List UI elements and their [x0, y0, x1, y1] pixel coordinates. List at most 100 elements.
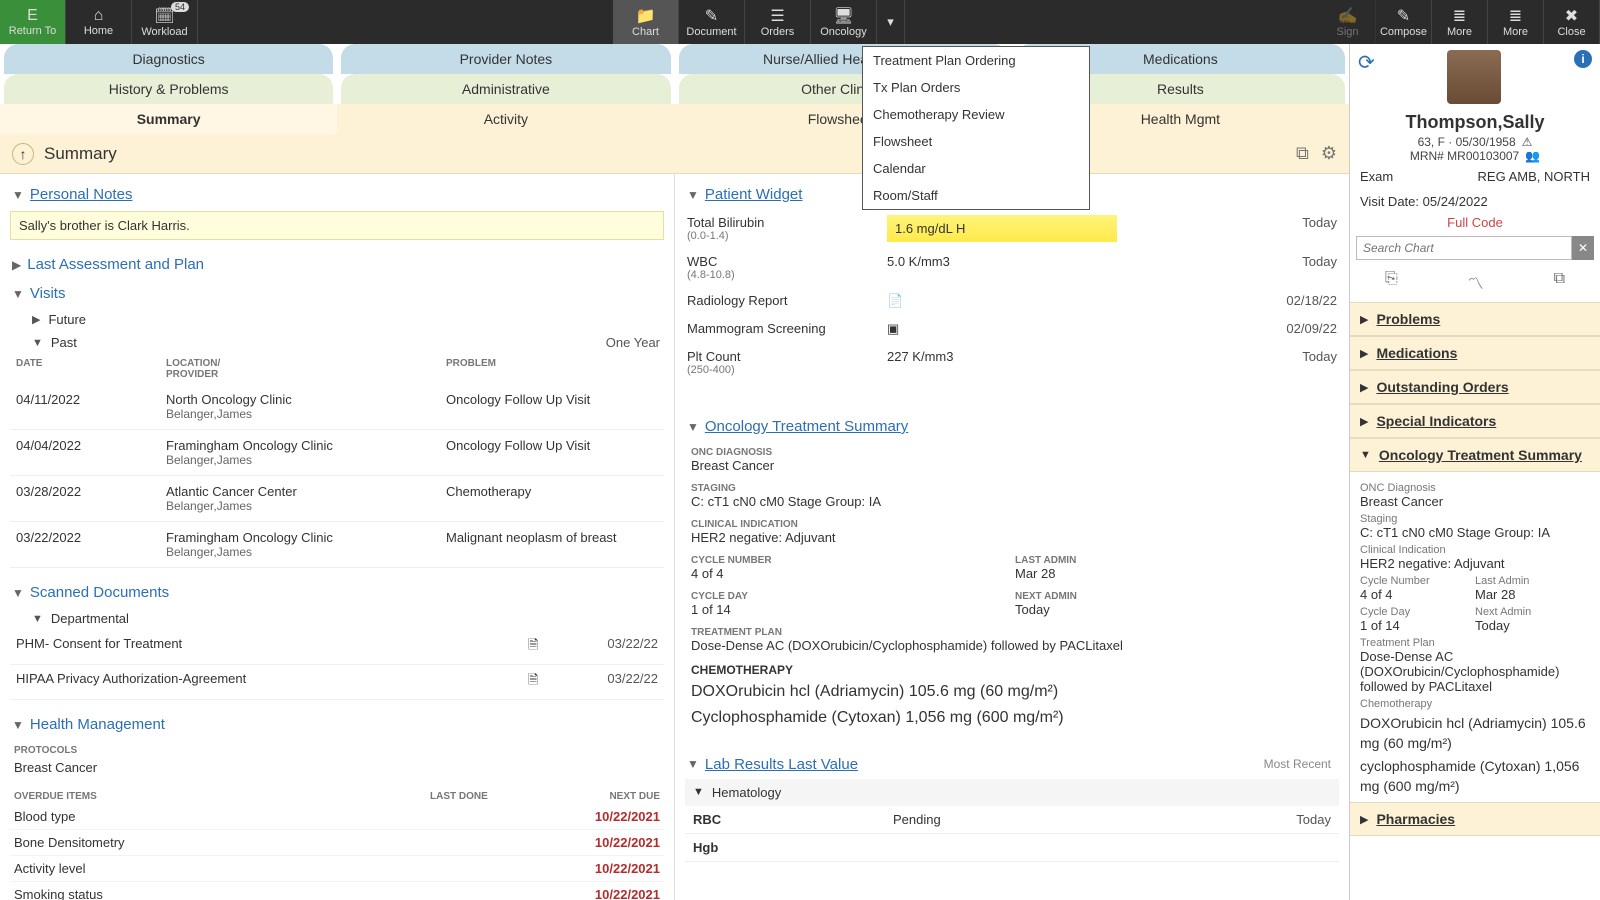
document-icon: 🗎 [528, 671, 568, 693]
patient-name: Thompson,Sally [1350, 110, 1600, 135]
badge: 54 [171, 2, 189, 12]
oncology-menu-item[interactable]: Flowsheet [863, 128, 1089, 155]
tab-administrative[interactable]: Administrative [341, 74, 670, 104]
document-icon: ✎ [705, 6, 718, 26]
chevron-down-icon[interactable]: ▼ [12, 586, 24, 600]
toolbar-compose[interactable]: ✎ Compose [1376, 0, 1432, 44]
overdue-item-row[interactable]: Bone Densitometry10/22/2021 [10, 830, 664, 856]
oncology-dropdown-toggle[interactable]: ▾ [877, 0, 905, 44]
personal-notes-header[interactable]: Personal Notes [30, 186, 133, 203]
toolbar-workload[interactable]: 🗓 Workload 54 [132, 0, 198, 44]
visits-header[interactable]: Visits [30, 285, 66, 302]
left-column: ▼Personal Notes Sally's brother is Clark… [0, 174, 675, 900]
chevron-down-icon[interactable]: ▼ [12, 718, 24, 732]
tab-history-problems[interactable]: History & Problems [4, 74, 333, 104]
toolbar-sign[interactable]: ✍ Sign [1320, 0, 1376, 44]
oncology-menu-item[interactable]: Tx Plan Orders [863, 74, 1089, 101]
patient-link-icon[interactable]: 👥 [1525, 149, 1540, 163]
patient-widget-row[interactable]: Total Bilirubin(0.0-1.4) 1.6 mg/dL H Tod… [685, 209, 1339, 248]
chevron-down-icon[interactable]: ▼ [687, 420, 699, 434]
toolbar-chart[interactable]: 📁 Chart [613, 0, 679, 44]
gear-icon[interactable]: ⚙ [1321, 143, 1337, 164]
health-mgmt-header[interactable]: Health Management [30, 716, 165, 733]
patient-widget-header[interactable]: Patient Widget [705, 186, 803, 203]
last-assessment-header[interactable]: Last Assessment and Plan [27, 256, 204, 273]
search-clear-button[interactable]: ✕ [1572, 236, 1594, 260]
info-icon[interactable]: i [1574, 50, 1592, 68]
tab-provider-notes[interactable]: Provider Notes [341, 44, 670, 74]
overdue-item-row[interactable]: Blood type10/22/2021 [10, 804, 664, 830]
side-section-problems[interactable]: ▶Problems [1350, 302, 1600, 336]
lab-results-header[interactable]: Lab Results Last Value [705, 756, 858, 773]
add-note-icon[interactable]: ⎘ [1385, 270, 1398, 294]
scanned-doc-row[interactable]: PHM- Consent for Treatment🗎03/22/22 [10, 630, 664, 665]
overdue-item-row[interactable]: Activity level10/22/2021 [10, 856, 664, 882]
oncology-menu-item[interactable]: Treatment Plan Ordering [863, 47, 1089, 74]
tab-diagnostics[interactable]: Diagnostics [4, 44, 333, 74]
add-widget-icon[interactable]: ⧉ [1296, 143, 1309, 164]
oncology-icon: 🖥 [833, 6, 853, 26]
oncology-menu-item[interactable]: Room/Staff [863, 182, 1089, 209]
chevron-down-icon[interactable]: ▼ [693, 786, 704, 798]
search-chart-input[interactable] [1356, 236, 1572, 260]
trend-icon[interactable]: 〽 [1468, 270, 1484, 294]
page-title-row: ↑ Summary ⧉ ⚙ [0, 134, 1349, 174]
toolbar-more[interactable]: ≣ More [1432, 0, 1488, 44]
allergy-icon[interactable]: ⚠ [1522, 135, 1533, 149]
scanned-doc-row[interactable]: HIPAA Privacy Authorization-Agreement🗎03… [10, 665, 664, 700]
side-section-pharmacies[interactable]: ▶Pharmacies [1350, 802, 1600, 836]
visits-col-location: LOCATION/ PROVIDER [166, 358, 446, 380]
brand-icon: E [27, 7, 38, 25]
side-section-outstanding-orders[interactable]: ▶Outstanding Orders [1350, 370, 1600, 404]
compose-icon: ✎ [1397, 6, 1410, 26]
toolbar-close[interactable]: ✖ Close [1544, 0, 1600, 44]
patient-widget-row[interactable]: WBC(4.8-10.8) 5.0 K/mm3 Today [685, 248, 1339, 287]
visit-row[interactable]: 03/28/2022 Atlantic Cancer CenterBelange… [10, 476, 664, 522]
right-column: ▼ Patient Widget Total Bilirubin(0.0-1.4)… [675, 174, 1349, 900]
patient-avatar [1447, 50, 1501, 104]
lab-row[interactable]: Hgb [685, 834, 1339, 862]
return-to-button[interactable]: E Return To [0, 0, 66, 44]
patient-widget-row[interactable]: Mammogram Screening ▣ 02/09/22 [685, 315, 1339, 343]
toolbar-more[interactable]: ≣ More [1488, 0, 1544, 44]
visit-row[interactable]: 04/04/2022 Framingham Oncology ClinicBel… [10, 430, 664, 476]
onc-treatment-summary-header[interactable]: Oncology Treatment Summary [705, 418, 908, 435]
toolbar-oncology[interactable]: 🖥 Oncology [811, 0, 877, 44]
toolbar-document[interactable]: ✎ Document [679, 0, 745, 44]
patient-widget-row[interactable]: Plt Count(250-400) 227 K/mm3 Today [685, 343, 1339, 382]
chevron-down-icon[interactable]: ▼ [687, 188, 699, 202]
copy-icon[interactable]: ⧉ [1554, 270, 1565, 294]
expand-up-button[interactable]: ↑ [12, 143, 34, 165]
chevron-down-icon[interactable]: ▼ [12, 287, 24, 301]
more-icon: ≣ [1453, 6, 1466, 26]
scanned-departmental-toggle[interactable]: ▼Departmental [10, 607, 664, 630]
tab-activity[interactable]: Activity [337, 104, 674, 134]
orders-icon: ☰ [770, 6, 784, 26]
oncology-menu-item[interactable]: Chemotherapy Review [863, 101, 1089, 128]
scanned-docs-header[interactable]: Scanned Documents [30, 584, 169, 601]
visit-row[interactable]: 04/11/2022 North Oncology ClinicBelanger… [10, 384, 664, 430]
side-section-medications[interactable]: ▶Medications [1350, 336, 1600, 370]
visit-row[interactable]: 03/22/2022 Framingham Oncology ClinicBel… [10, 522, 664, 568]
document-icon: 🗎 [528, 636, 568, 658]
refresh-icon[interactable]: ⟳ [1358, 50, 1375, 75]
page-title: Summary [44, 144, 117, 164]
chevron-down-icon[interactable]: ▼ [12, 188, 24, 202]
overdue-item-row[interactable]: Smoking status10/22/2021 [10, 882, 664, 900]
toolbar-home[interactable]: ⌂ Home [66, 0, 132, 44]
side-section-special-indicators[interactable]: ▶Special Indicators [1350, 404, 1600, 438]
lastdone-label: LAST DONE [430, 791, 550, 802]
visits-col-date: DATE [16, 358, 166, 380]
lab-row[interactable]: RBCPendingToday [685, 806, 1339, 834]
chevron-right-icon[interactable]: ▶ [12, 258, 21, 272]
code-status: Full Code [1350, 213, 1600, 236]
chevron-down-icon[interactable]: ▼ [687, 757, 699, 771]
visits-future-toggle[interactable]: ▶Future [10, 308, 664, 331]
visits-past-toggle[interactable]: ▼PastOne Year [10, 331, 664, 354]
chart-icon: 📁 [636, 6, 656, 26]
side-section-oncology-treatment-summary[interactable]: ▼Oncology Treatment Summary [1350, 438, 1600, 472]
patient-widget-row[interactable]: Radiology Report 📄 02/18/22 [685, 287, 1339, 315]
tab-summary[interactable]: Summary [0, 104, 337, 134]
oncology-menu-item[interactable]: Calendar [863, 155, 1089, 182]
toolbar-orders[interactable]: ☰ Orders [745, 0, 811, 44]
